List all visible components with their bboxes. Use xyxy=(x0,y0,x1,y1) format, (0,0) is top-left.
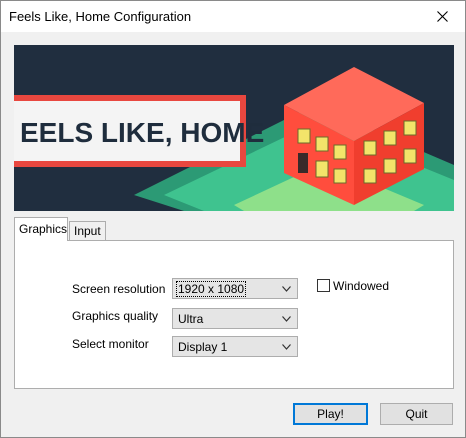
graphics-quality-label: Graphics quality xyxy=(72,309,159,323)
banner-logo-text: EELS LIKE, HOME xyxy=(20,117,264,148)
windowed-label: Windowed xyxy=(333,279,390,293)
select-monitor-value: Display 1 xyxy=(178,340,228,354)
banner-image: EELS LIKE, HOME xyxy=(14,45,454,211)
chevron-down-icon xyxy=(282,316,291,322)
tab-graphics-label: Graphics xyxy=(19,222,68,236)
chevron-down-icon xyxy=(282,286,291,292)
select-monitor-label: Select monitor xyxy=(72,337,149,351)
title-bar: Feels Like, Home Configuration xyxy=(1,1,465,32)
graphics-quality-value: Ultra xyxy=(178,312,204,326)
tab-strip: Graphics Input xyxy=(14,217,454,241)
close-icon xyxy=(436,11,448,22)
screen-resolution-label: Screen resolution xyxy=(72,282,166,296)
windowed-checkbox[interactable] xyxy=(317,279,330,292)
tab-graphics[interactable]: Graphics xyxy=(14,217,68,241)
screen-resolution-select[interactable]: 1920 x 1080 xyxy=(172,278,298,299)
close-button[interactable] xyxy=(419,1,465,32)
config-window: Feels Like, Home Configuration EELS LIKE… xyxy=(0,0,466,438)
screen-resolution-value: 1920 x 1080 xyxy=(175,281,247,297)
graphics-panel: Screen resolution 1920 x 1080 Windowed G… xyxy=(14,240,454,389)
quit-button[interactable]: Quit xyxy=(380,403,453,425)
play-button[interactable]: Play! xyxy=(293,403,368,425)
window-title: Feels Like, Home Configuration xyxy=(9,9,192,24)
chevron-down-icon xyxy=(282,344,291,350)
tab-input[interactable]: Input xyxy=(69,221,106,240)
graphics-quality-select[interactable]: Ultra xyxy=(172,308,298,329)
tab-input-label: Input xyxy=(74,224,101,238)
select-monitor-select[interactable]: Display 1 xyxy=(172,336,298,357)
